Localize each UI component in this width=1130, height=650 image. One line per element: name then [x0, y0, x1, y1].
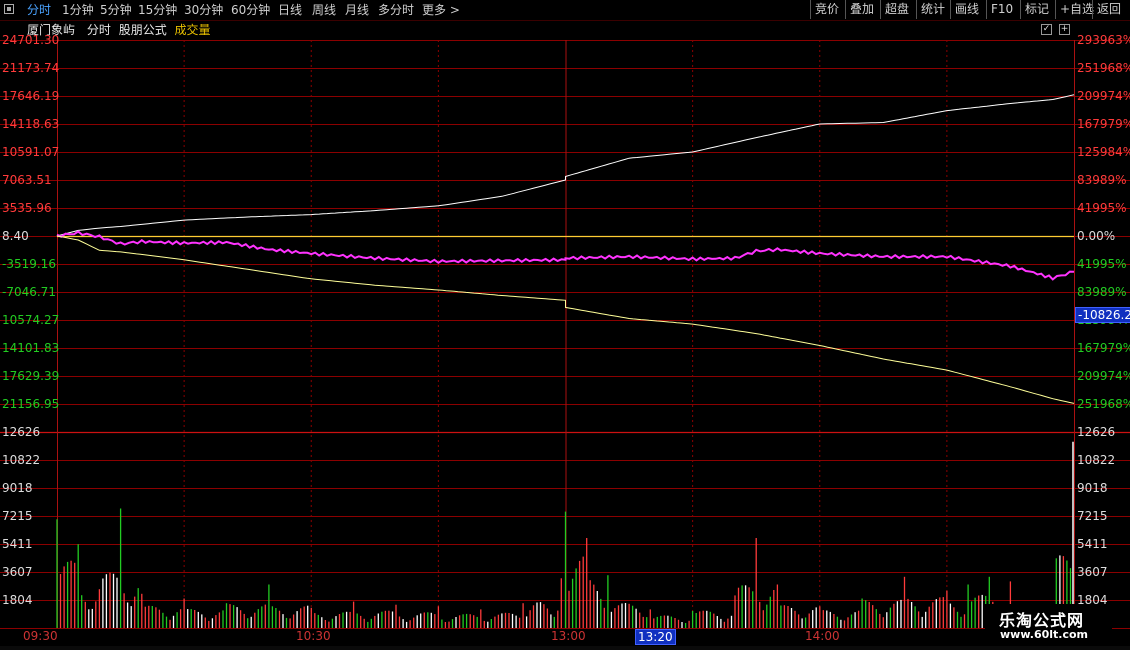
right-axis-tick: 167979% — [1077, 341, 1130, 355]
volume-axis-tick-right: 5411 — [1077, 537, 1108, 551]
left-axis-tick: 8.40 — [2, 229, 29, 243]
left-axis-tick: 24701.30 — [2, 33, 60, 47]
time-axis-tick: 09:30 — [23, 629, 58, 643]
left-axis-tick: 14118.63 — [2, 117, 60, 131]
volume-axis-tick-left: 7215 — [2, 509, 33, 523]
volume-axis-tick-left: 10822 — [2, 453, 41, 467]
intraday-chart — [0, 40, 1130, 629]
left-axis-tick: 10574.27 — [2, 313, 60, 327]
right-axis-tick: 251968% — [1077, 397, 1130, 411]
left-axis-tick: 21173.74 — [2, 61, 60, 75]
time-axis-tick: 10:30 — [296, 629, 331, 643]
watermark-logo: 乐淘公式网 www.60lt.com — [985, 604, 1112, 644]
time-axis-tick: 13:00 — [551, 629, 586, 643]
left-axis-tick: 17646.19 — [2, 89, 60, 103]
right-axis-tick: 12626 — [1077, 425, 1116, 439]
current-value-tag: -10826.2 — [1075, 307, 1130, 323]
left-axis-tick: -3519.16 — [2, 257, 56, 271]
right-axis-tick: 209974% — [1077, 89, 1130, 103]
time-axis-tick: 14:00 — [805, 629, 840, 643]
left-axis-tick: 17629.39 — [2, 369, 60, 383]
left-axis-tick: 12626 — [2, 425, 41, 439]
right-axis-tick: 125984% — [1077, 145, 1130, 159]
volume-axis-tick-left: 3607 — [2, 565, 33, 579]
left-axis-tick: 21156.95 — [2, 397, 60, 411]
bottom-status-strip — [0, 646, 1130, 650]
left-axis-tick: -7046.71 — [2, 285, 56, 299]
left-axis-tick: 7063.51 — [2, 173, 52, 187]
right-axis-tick: 0.00% — [1077, 229, 1116, 243]
right-axis-tick: 293963% — [1077, 33, 1130, 47]
left-axis-tick: 14101.83 — [2, 341, 60, 355]
right-axis-tick: 83989% — [1077, 173, 1127, 187]
volume-axis-tick-right: 10822 — [1077, 453, 1116, 467]
crosshair-time-tag: 13:20 — [635, 629, 676, 645]
right-axis-tick: 209974% — [1077, 369, 1130, 383]
volume-axis-tick-left: 1804 — [2, 593, 33, 607]
left-axis-tick: 10591.07 — [2, 145, 60, 159]
volume-axis-tick-left: 5411 — [2, 537, 33, 551]
left-axis-tick: 3535.96 — [2, 201, 52, 215]
right-axis-tick: 251968% — [1077, 61, 1130, 75]
volume-axis-tick-right: 7215 — [1077, 509, 1108, 523]
volume-axis-tick-right: 3607 — [1077, 565, 1108, 579]
right-axis-tick: 167979% — [1077, 117, 1130, 131]
right-axis-tick: 41995% — [1077, 257, 1127, 271]
volume-axis-tick-right: 9018 — [1077, 481, 1108, 495]
right-axis-tick: 83989% — [1077, 285, 1127, 299]
right-axis-tick: 41995% — [1077, 201, 1127, 215]
volume-axis-tick-left: 9018 — [2, 481, 33, 495]
watermark-url: www.60lt.com — [1000, 628, 1089, 641]
